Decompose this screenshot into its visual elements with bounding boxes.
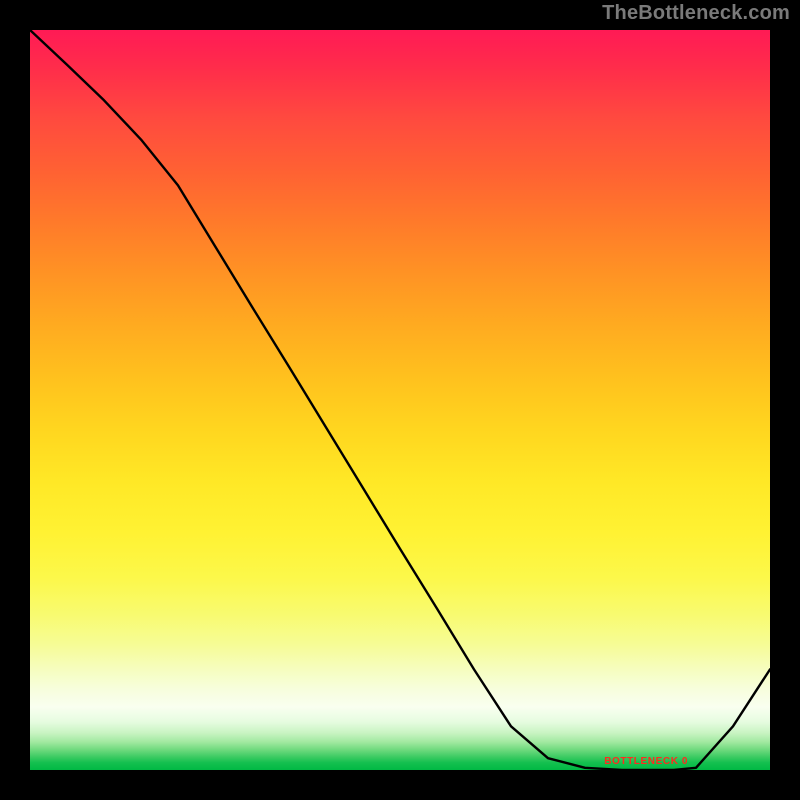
attribution-label: TheBottleneck.com [602,2,790,25]
plot-area: BOTTLENECK 0 [30,30,770,770]
bottleneck-curve [30,30,770,770]
curve-svg [30,30,770,770]
chart-frame: TheBottleneck.com BOTTLENECK 0 [0,0,800,800]
baseline-annotation: BOTTLENECK 0 [604,756,688,767]
